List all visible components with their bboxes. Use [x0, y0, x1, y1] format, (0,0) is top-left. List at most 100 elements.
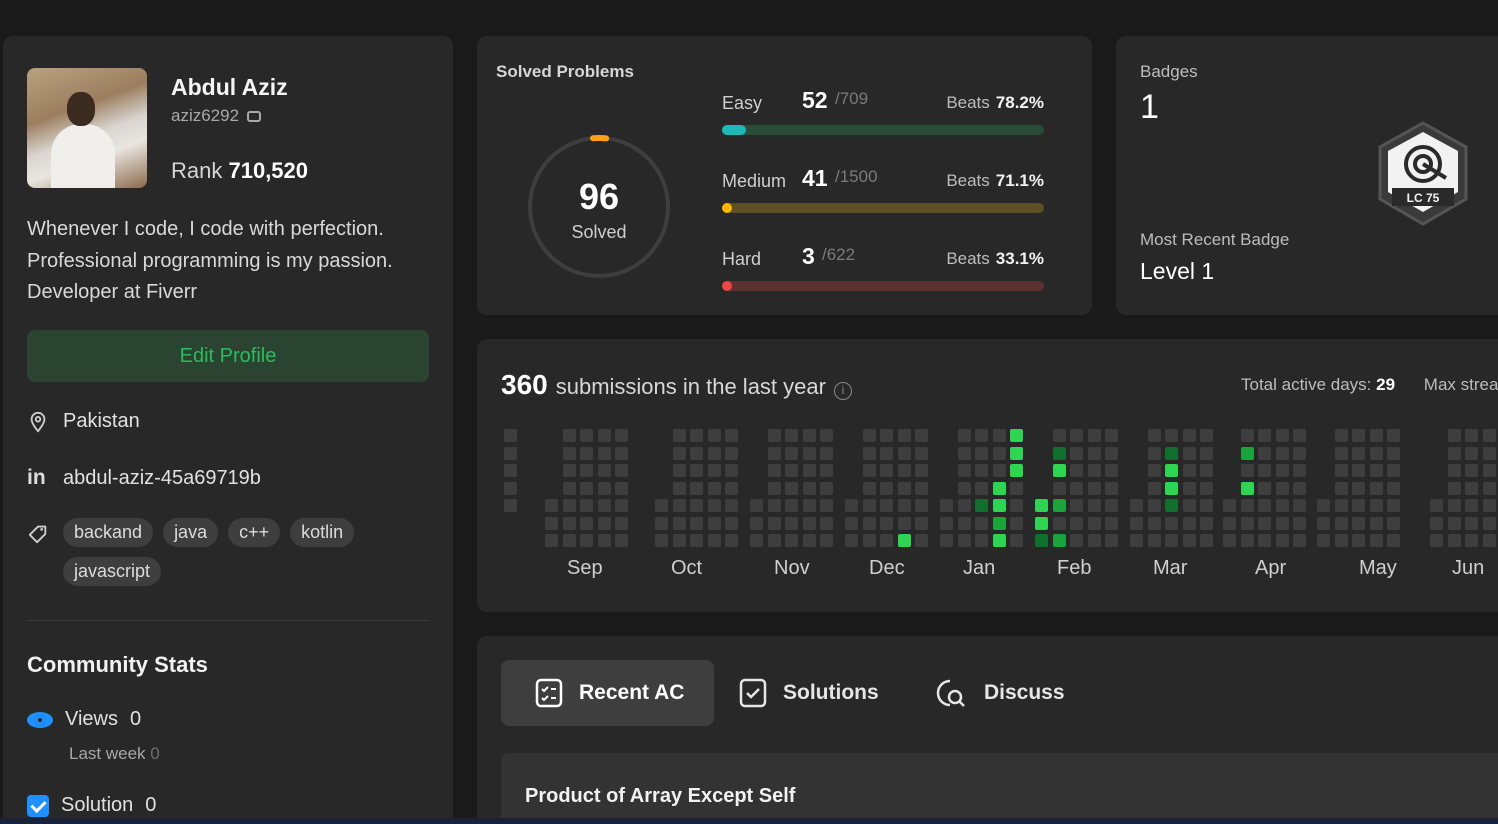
heatmap-cell[interactable]: [1052, 516, 1066, 530]
heatmap-cell[interactable]: [725, 516, 738, 530]
heatmap-cell[interactable]: [992, 464, 1006, 477]
heatmap-cell[interactable]: [1070, 481, 1083, 495]
heatmap-cell[interactable]: [1447, 446, 1461, 460]
heatmap-cell[interactable]: [1447, 534, 1461, 547]
heatmap-cell[interactable]: [915, 534, 928, 547]
heatmap-cell[interactable]: [1165, 516, 1178, 530]
heatmap-cell[interactable]: [1200, 429, 1213, 442]
heatmap-cell[interactable]: [1087, 446, 1101, 460]
heatmap-cell[interactable]: [1430, 534, 1443, 547]
heatmap-cell[interactable]: [1334, 446, 1348, 460]
heatmap-cell[interactable]: [1200, 534, 1213, 547]
heatmap-cell[interactable]: [672, 516, 686, 530]
heatmap-cell[interactable]: [1482, 534, 1496, 547]
heatmap-cell[interactable]: [1293, 464, 1306, 477]
heatmap-cell[interactable]: [1240, 446, 1254, 460]
heatmap-cell[interactable]: [1240, 481, 1254, 495]
heatmap-cell[interactable]: [1052, 464, 1066, 477]
heatmap-cell[interactable]: [1105, 446, 1118, 460]
heatmap-cell[interactable]: [880, 516, 893, 530]
heatmap-cell[interactable]: [862, 534, 876, 547]
heatmap-cell[interactable]: [1165, 534, 1178, 547]
heatmap-cell[interactable]: [1482, 481, 1496, 495]
heatmap-cell[interactable]: [1482, 499, 1496, 512]
heatmap-cell[interactable]: [562, 516, 576, 530]
heatmap-cell[interactable]: [504, 429, 517, 442]
heatmap-cell[interactable]: [957, 429, 971, 442]
heatmap-cell[interactable]: [1240, 499, 1254, 512]
heatmap-cell[interactable]: [1317, 534, 1330, 547]
heatmap-cell[interactable]: [690, 464, 703, 477]
heatmap-cell[interactable]: [1352, 499, 1365, 512]
heatmap-cell[interactable]: [545, 499, 558, 512]
heatmap-cell[interactable]: [580, 534, 593, 547]
heatmap-cell[interactable]: [1052, 499, 1066, 512]
heatmap-cell[interactable]: [1369, 499, 1383, 512]
heatmap-cell[interactable]: [707, 481, 721, 495]
heatmap-cell[interactable]: [707, 499, 721, 512]
heatmap-cell[interactable]: [767, 481, 781, 495]
heatmap-cell[interactable]: [880, 481, 893, 495]
heatmap-cell[interactable]: [767, 499, 781, 512]
heatmap-cell[interactable]: [1275, 499, 1289, 512]
heatmap-cell[interactable]: [1317, 499, 1330, 512]
heatmap-cell[interactable]: [1165, 499, 1178, 512]
heatmap-cell[interactable]: [785, 534, 798, 547]
heatmap-cell[interactable]: [1387, 464, 1400, 477]
heatmap-cell[interactable]: [880, 499, 893, 512]
heatmap-cell[interactable]: [597, 446, 611, 460]
heatmap-cell[interactable]: [1165, 464, 1178, 477]
heatmap-cell[interactable]: [1334, 534, 1348, 547]
heatmap-cell[interactable]: [785, 464, 798, 477]
heatmap-cell[interactable]: [785, 429, 798, 442]
heatmap-cell[interactable]: [820, 464, 833, 477]
tab-recent-ac[interactable]: Recent AC: [501, 660, 715, 726]
heatmap-cell[interactable]: [655, 534, 668, 547]
heatmap-cell[interactable]: [862, 464, 876, 477]
heatmap-cell[interactable]: [1482, 464, 1496, 477]
heatmap-cell[interactable]: [897, 429, 911, 442]
heatmap-cell[interactable]: [992, 446, 1006, 460]
heatmap-cell[interactable]: [802, 534, 816, 547]
heatmap-cell[interactable]: [820, 516, 833, 530]
heatmap-cell[interactable]: [504, 446, 517, 460]
heatmap-cell[interactable]: [1182, 534, 1196, 547]
heatmap-cell[interactable]: [1275, 481, 1289, 495]
skill-tag[interactable]: backand: [63, 518, 154, 547]
heatmap-cell[interactable]: [1258, 429, 1271, 442]
heatmap-cell[interactable]: [1482, 446, 1496, 460]
heatmap-cell[interactable]: [1293, 499, 1306, 512]
list-item[interactable]: Product of Array Except Self: [501, 753, 1498, 824]
heatmap-cell[interactable]: [802, 464, 816, 477]
heatmap-cell[interactable]: [1052, 534, 1066, 547]
heatmap-cell[interactable]: [690, 499, 703, 512]
heatmap-cell[interactable]: [957, 446, 971, 460]
heatmap-cell[interactable]: [1070, 534, 1083, 547]
heatmap-cell[interactable]: [897, 516, 911, 530]
heatmap-cell[interactable]: [562, 464, 576, 477]
heatmap-cell[interactable]: [1147, 429, 1161, 442]
heatmap-cell[interactable]: [597, 499, 611, 512]
heatmap-cell[interactable]: [1182, 516, 1196, 530]
heatmap-cell[interactable]: [1070, 429, 1083, 442]
heatmap-cell[interactable]: [1010, 499, 1023, 512]
linkedin-text[interactable]: abdul-aziz-45a69719b: [63, 467, 261, 490]
heatmap-cell[interactable]: [767, 446, 781, 460]
heatmap-cell[interactable]: [880, 429, 893, 442]
heatmap-cell[interactable]: [1182, 464, 1196, 477]
heatmap-cell[interactable]: [957, 464, 971, 477]
heatmap-cell[interactable]: [915, 516, 928, 530]
heatmap-cell[interactable]: [1465, 481, 1478, 495]
heatmap-cell[interactable]: [1482, 516, 1496, 530]
heatmap-cell[interactable]: [1258, 499, 1271, 512]
heatmap-cell[interactable]: [1334, 464, 1348, 477]
heatmap-cell[interactable]: [750, 499, 763, 512]
heatmap-cell[interactable]: [992, 481, 1006, 495]
target-badge-icon[interactable]: LC 75: [1374, 120, 1472, 228]
linkedin-row[interactable]: in abdul-aziz-45a69719b: [27, 466, 261, 490]
heatmap-cell[interactable]: [562, 534, 576, 547]
tab-discuss[interactable]: Discuss: [900, 660, 1095, 726]
edit-profile-button[interactable]: Edit Profile: [27, 330, 429, 382]
heatmap-cell[interactable]: [1035, 499, 1048, 512]
heatmap-cell[interactable]: [707, 516, 721, 530]
